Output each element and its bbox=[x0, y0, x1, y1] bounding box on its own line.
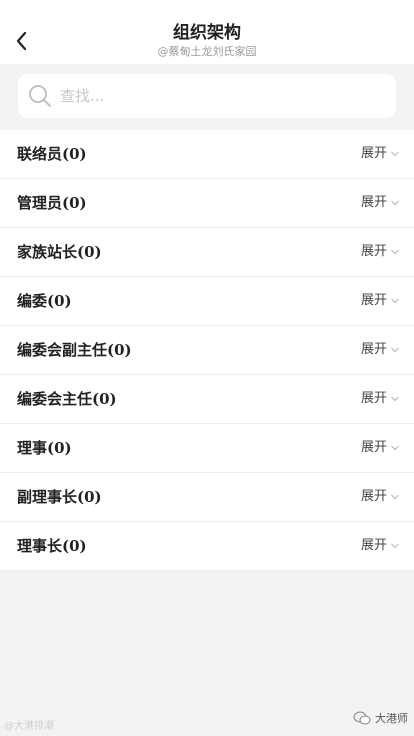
chevron-down-icon bbox=[391, 200, 399, 206]
expand-button[interactable]: 展开 bbox=[361, 473, 400, 521]
list-item[interactable]: 编委(0) 展开 bbox=[0, 277, 414, 326]
list-item[interactable]: 理事长(0) 展开 bbox=[0, 522, 414, 571]
role-label: 理事长(0) bbox=[17, 537, 87, 555]
expand-label: 展开 bbox=[360, 440, 387, 455]
chevron-down-icon bbox=[391, 494, 399, 500]
expand-button[interactable]: 展开 bbox=[361, 326, 400, 374]
watermark-right: 大港师 bbox=[353, 710, 408, 726]
role-label: 编委(0) bbox=[17, 292, 72, 310]
search-section bbox=[0, 64, 414, 130]
chevron-down-icon bbox=[391, 347, 399, 353]
expand-label: 展开 bbox=[360, 538, 387, 553]
chevron-down-icon bbox=[391, 396, 399, 402]
wechat-icon bbox=[353, 711, 371, 725]
expand-button[interactable]: 展开 bbox=[361, 179, 400, 227]
search-icon bbox=[29, 85, 51, 107]
list-item[interactable]: 编委会主任(0) 展开 bbox=[0, 375, 414, 424]
expand-button[interactable]: 展开 bbox=[361, 130, 400, 178]
page-title: 组织架构 bbox=[173, 23, 241, 43]
role-label: 家族站长(0) bbox=[17, 243, 102, 261]
expand-label: 展开 bbox=[360, 391, 387, 406]
role-label: 编委会主任(0) bbox=[17, 390, 117, 408]
list-item[interactable]: 管理员(0) 展开 bbox=[0, 179, 414, 228]
expand-button[interactable]: 展开 bbox=[361, 375, 400, 423]
expand-button[interactable]: 展开 bbox=[361, 277, 400, 325]
expand-button[interactable]: 展开 bbox=[361, 228, 400, 276]
search-input[interactable] bbox=[60, 74, 380, 118]
role-list: 联络员(0) 展开 管理员(0) 展开 家族站长(0) 展开 编委(0) 展开 … bbox=[0, 130, 414, 571]
list-item[interactable]: 编委会副主任(0) 展开 bbox=[0, 326, 414, 375]
chevron-down-icon bbox=[391, 298, 399, 304]
list-item[interactable]: 家族站长(0) 展开 bbox=[0, 228, 414, 277]
list-item[interactable]: 副理事长(0) 展开 bbox=[0, 473, 414, 522]
expand-button[interactable]: 展开 bbox=[361, 424, 400, 472]
expand-label: 展开 bbox=[360, 489, 387, 504]
chevron-down-icon bbox=[391, 445, 399, 451]
chevron-down-icon bbox=[391, 151, 399, 157]
chevron-down-icon bbox=[391, 249, 399, 255]
expand-label: 展开 bbox=[360, 146, 387, 161]
expand-label: 展开 bbox=[360, 195, 387, 210]
watermark-right-text: 大港师 bbox=[375, 712, 408, 725]
role-label: 副理事长(0) bbox=[17, 488, 102, 506]
role-label: 管理员(0) bbox=[17, 194, 87, 212]
expand-button[interactable]: 展开 bbox=[361, 522, 400, 570]
search-box[interactable] bbox=[18, 74, 396, 118]
role-label: 理事(0) bbox=[17, 439, 72, 457]
list-item[interactable]: 联络员(0) 展开 bbox=[0, 130, 414, 179]
page-subtitle: @蔡甸土龙刘氏家园 bbox=[157, 45, 257, 58]
watermark-left: @大港排潮 bbox=[4, 721, 54, 732]
role-label: 联络员(0) bbox=[17, 145, 87, 163]
expand-label: 展开 bbox=[360, 342, 387, 357]
header: 组织架构 @蔡甸土龙刘氏家园 bbox=[0, 0, 414, 64]
chevron-down-icon bbox=[391, 543, 399, 549]
role-label: 编委会副主任(0) bbox=[17, 341, 132, 359]
expand-label: 展开 bbox=[360, 293, 387, 308]
list-item[interactable]: 理事(0) 展开 bbox=[0, 424, 414, 473]
expand-label: 展开 bbox=[360, 244, 387, 259]
